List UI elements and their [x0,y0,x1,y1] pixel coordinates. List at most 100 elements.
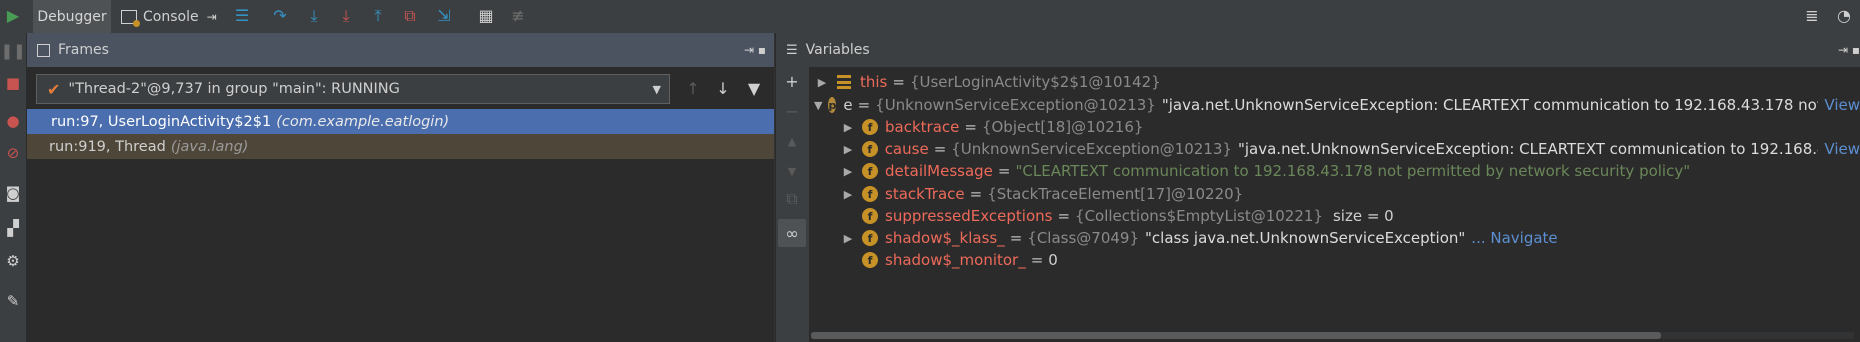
expand-arrow-icon[interactable]: ▶ [840,165,856,178]
expand-arrow-icon[interactable]: ▶ [840,232,856,245]
collapse-arrow-icon[interactable]: ▼ [814,99,822,112]
layout-settings-icon[interactable]: ≣ [1802,6,1822,26]
move-down-icon[interactable]: ▼ [782,161,802,181]
tab-console-label: Console [143,8,199,25]
variable-name: shadow$_klass_ [885,229,1005,247]
field-icon: f [861,141,878,157]
variables-icon: ☰ [786,42,798,58]
variable-row-e[interactable]: ▼ p e = {UnknownServiceException@10213} … [814,93,1860,117]
variable-name: e [843,96,853,114]
thread-selector-value: "Thread-2"@9,737 in group "main": RUNNIN… [68,81,400,97]
variable-row-cause[interactable]: ▶ f cause = {UnknownServiceException@102… [840,137,1860,161]
frame-method: run:97, UserLoginActivity$2$1 [51,113,272,130]
thread-selector[interactable]: ✔ "Thread-2"@9,737 in group "main": RUNN… [36,74,670,104]
pin-icon[interactable]: ✎ [3,291,23,311]
stop-icon[interactable]: ■ [3,73,23,93]
drop-frame-icon[interactable]: ⧉ [400,6,420,26]
step-out-icon[interactable]: ⤒ [368,6,388,26]
show-watches-icon[interactable]: ∞ [778,219,806,247]
field-icon: f [862,186,878,202]
check-icon: ✔ [47,79,61,99]
next-frame-icon[interactable]: ↓ [713,79,733,99]
left-debug-toolbar: ❚❚ ■ ● ⊘ ◙ ▞ ⚙ ✎ [0,33,27,342]
move-up-icon[interactable]: ▲ [782,131,802,151]
variable-row-backtrace[interactable]: ▶ f backtrace = {Object[18]@10216} [840,115,1144,139]
debug-toolbar: ▶ Debugger Console ⇥ ☰ ↷ ⤓ ⤓ ⤒ ⧉ ⇲ ▦ ≢ ≣… [0,0,1860,34]
list-icon [837,75,851,89]
variables-panel-options-icon[interactable]: ⇥ ▪ [1838,43,1860,57]
variable-type: {Collections$EmptyList@10221} [1075,207,1323,225]
horizontal-scrollbar[interactable] [811,332,1854,339]
variables-toolbar: + − ▲ ▼ ⧉ ∞ [776,67,810,342]
step-over-icon[interactable]: ↷ [270,6,290,26]
field-icon: f [862,208,878,224]
variable-name: suppressedExceptions [885,207,1053,225]
variable-type: {Class@7049} [1027,229,1140,247]
variable-type: {Object[18]@10216} [981,118,1144,136]
frames-title: Frames [58,42,109,58]
pause-icon[interactable]: ❚❚ [0,41,25,61]
tab-debugger[interactable]: Debugger [33,0,111,33]
frames-panel: Frames ⇥ ▪ ✔ "Thread-2"@9,737 in group "… [27,33,775,342]
remove-watch-icon[interactable]: − [782,101,802,121]
variable-name: stackTrace [885,185,965,203]
variables-header: ☰ Variables ⇥ ▪ [776,33,1860,67]
frame-row[interactable]: run:919, Thread (java.lang) [27,134,774,159]
scrollbar-thumb[interactable] [811,332,1661,339]
expand-arrow-icon[interactable]: ▶ [840,188,856,201]
memory-icon[interactable]: ◔ [1834,6,1854,26]
step-into-icon[interactable]: ⤓ [304,6,324,26]
evaluate-expression-icon[interactable]: ▦ [476,6,496,26]
variable-type: {StackTraceElement[17]@10220} [987,185,1244,203]
variable-value: "class java.net.UnknownServiceException" [1145,229,1466,247]
resume-icon[interactable]: ▶ [3,6,23,26]
frame-package: (com.example.eatlogin) [276,113,450,130]
filter-icon[interactable]: ▼ [744,79,764,99]
variable-type: {UnknownServiceException@10213} [875,96,1156,114]
variable-row-detailmessage[interactable]: ▶ f detailMessage = "CLEARTEXT communica… [840,159,1690,183]
expand-arrow-icon[interactable]: ▶ [814,76,830,89]
camera-icon[interactable]: ◙ [3,183,23,203]
add-watch-icon[interactable]: + [782,71,802,91]
variable-row-suppressedexceptions[interactable]: f suppressedExceptions = {Collections$Em… [840,204,1394,228]
variable-row-stacktrace[interactable]: ▶ f stackTrace = {StackTraceElement[17]@… [840,182,1243,206]
navigate-link[interactable]: ... Navigate [1471,229,1557,247]
variable-value: "java.net.UnknownServiceException: CLEAR… [1161,96,1860,114]
frame-row-selected[interactable]: run:97, UserLoginActivity$2$1 (com.examp… [27,109,774,134]
variable-value: "CLEARTEXT communication to 192.168.43.1… [1015,162,1691,180]
force-step-into-icon[interactable]: ⤓ [336,6,356,26]
tab-console[interactable]: Console ⇥ [117,0,227,33]
frames-panel-options-icon[interactable]: ⇥ ▪ [744,43,766,57]
trace-icon[interactable]: ≢ [508,6,528,26]
variable-row-shadow-klass[interactable]: ▶ f shadow$_klass_ = {Class@7049} "class… [840,226,1558,250]
variable-row-this[interactable]: ▶ this = {UserLoginActivity$2$1@10142} [814,70,1161,94]
variable-size: size = 0 [1332,207,1394,225]
gear-icon[interactable]: ⚙ [3,251,23,271]
restore-layout-icon[interactable]: ⇥ [207,10,217,24]
show-execution-point-icon[interactable]: ☰ [232,6,252,26]
field-icon: f [862,119,878,135]
variable-row-shadow-monitor[interactable]: f shadow$_monitor_ = 0 [840,248,1058,272]
field-icon: f [862,252,878,268]
parameter-icon: p [828,97,837,113]
field-icon: f [862,230,878,246]
view-breakpoints-icon[interactable]: ● [3,111,23,131]
variable-name: backtrace [885,118,960,136]
view-link[interactable]: View [1818,137,1860,161]
restore-layout-icon[interactable]: ▞ [3,218,23,238]
frames-icon [37,43,50,57]
variable-name: shadow$_monitor_ [885,251,1026,269]
expand-arrow-icon[interactable]: ▶ [840,143,856,156]
variables-title: Variables [805,42,870,58]
previous-frame-icon[interactable]: ↑ [683,79,703,99]
variable-name: cause [884,140,929,158]
variable-type: {UserLoginActivity$2$1@10142} [909,73,1161,91]
variable-value: "java.net.UnknownServiceException: CLEAR… [1237,140,1860,158]
variables-panel: ☰ Variables ⇥ ▪ + − ▲ ▼ ⧉ ∞ ▶ this = {Us… [776,33,1860,342]
mute-breakpoints-icon[interactable]: ⊘ [3,143,23,163]
run-to-cursor-icon[interactable]: ⇲ [434,6,454,26]
expand-arrow-icon[interactable]: ▶ [840,121,856,134]
view-link[interactable]: View [1818,93,1860,117]
copy-icon[interactable]: ⧉ [782,189,802,209]
variable-type: {UnknownServiceException@10213} [951,140,1232,158]
